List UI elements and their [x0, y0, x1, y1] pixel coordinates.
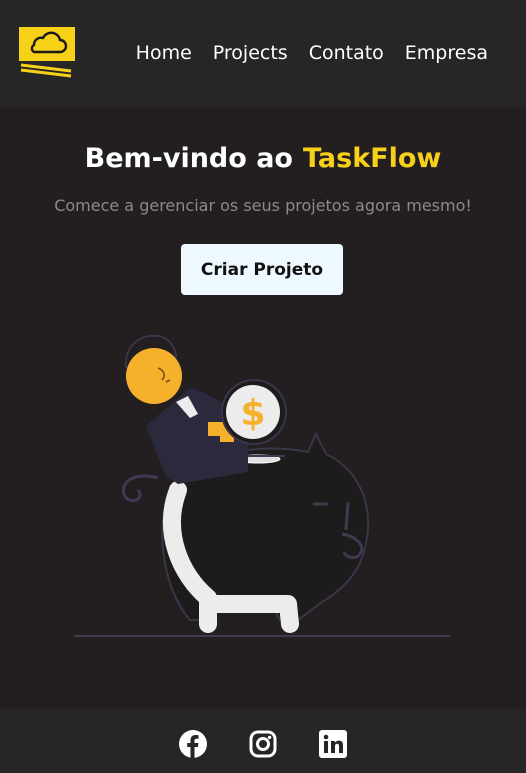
nav-empresa-link[interactable]: Empresa — [405, 40, 488, 66]
dollar-sign-icon: $ — [240, 393, 265, 434]
top-header: Home Projects Contato Empresa — [0, 0, 526, 107]
footer — [0, 709, 526, 773]
social-links — [0, 729, 526, 759]
cloud-money-icon[interactable] — [17, 25, 79, 81]
instagram-icon[interactable] — [248, 729, 278, 759]
nav-contato-link[interactable]: Contato — [309, 40, 384, 66]
linkedin-icon[interactable] — [318, 729, 348, 759]
hero-title-prefix: Bem-vindo ao — [84, 143, 293, 174]
hero-title-brand: TaskFlow — [302, 143, 442, 174]
nav-projects-link[interactable]: Projects — [213, 40, 288, 66]
piggy-bank-illustration: $ — [70, 322, 460, 652]
facebook-icon[interactable] — [178, 729, 208, 759]
hero-title: Bem-vindo ao TaskFlow — [0, 140, 526, 178]
hero-subtitle: Comece a gerenciar os seus projetos agor… — [54, 196, 472, 215]
main-nav: Home Projects Contato Empresa — [136, 40, 488, 66]
nav-home-link[interactable]: Home — [136, 40, 192, 66]
create-project-button[interactable]: Criar Projeto — [181, 244, 343, 295]
